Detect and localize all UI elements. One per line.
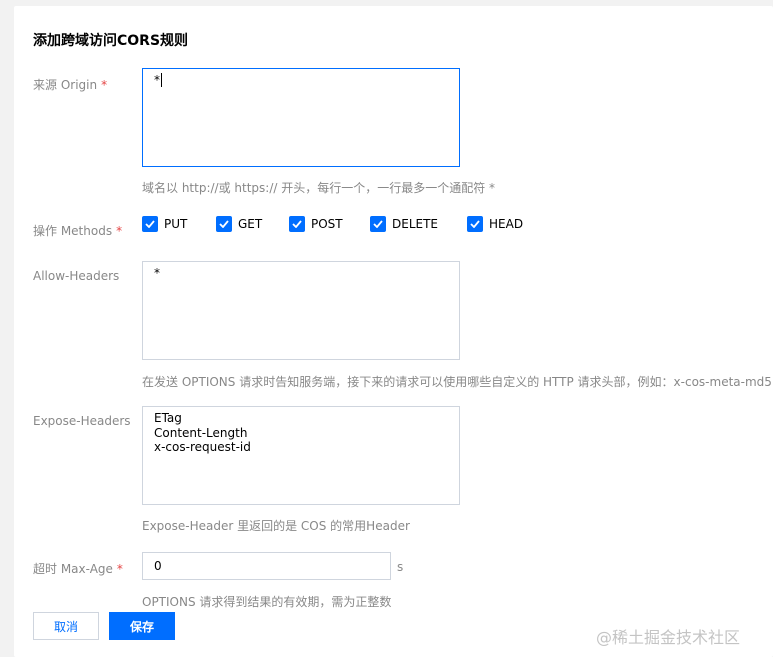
method-label: GET (238, 217, 263, 231)
max-age-label: 超时 Max-Age * (33, 562, 123, 576)
checkbox-checked-icon[interactable] (142, 216, 158, 232)
allow-headers-hint: 在发送 OPTIONS 请求时告知服务端，接下来的请求可以使用哪些自定义的 HT… (142, 375, 772, 389)
save-button[interactable]: 保存 (109, 612, 175, 640)
cors-rule-dialog: 添加跨域访问CORS规则 来源 Origin * * 域名以 http://或 h… (14, 6, 773, 657)
text-caret (161, 73, 162, 87)
origin-hint: 域名以 http://或 https:// 开头，每行一个，一行最多一个通配符 … (142, 181, 496, 195)
max-age-input[interactable]: 0 (142, 552, 391, 580)
required-mark: * (101, 78, 108, 92)
max-age-unit: s (397, 560, 404, 574)
allow-headers-label: Allow-Headers (33, 269, 120, 283)
cancel-button[interactable]: 取消 (33, 612, 99, 640)
method-get-checkbox[interactable]: GET (216, 216, 262, 232)
methods-label: 操作 Methods * (33, 224, 123, 238)
method-head-checkbox[interactable]: HEAD (467, 216, 523, 232)
origin-value: * (154, 73, 160, 87)
method-label: HEAD (489, 217, 524, 231)
dialog-title: 添加跨域访问CORS规则 (33, 33, 189, 49)
watermark: @稀土掘金技术社区 (596, 628, 741, 647)
checkbox-checked-icon[interactable] (370, 216, 386, 232)
origin-label: 来源 Origin * (33, 78, 108, 92)
method-post-checkbox[interactable]: POST (289, 216, 343, 232)
required-mark: * (116, 562, 123, 576)
method-label: DELETE (392, 217, 439, 231)
checkbox-checked-icon[interactable] (216, 216, 232, 232)
expose-headers-label: Expose-Headers (33, 414, 131, 428)
expose-headers-hint: Expose-Header 里返回的是 COS 的常用Header (142, 519, 410, 533)
expose-headers-textarea[interactable]: ETag Content-Length x-cos-request-id (142, 406, 460, 505)
method-label: POST (311, 217, 343, 231)
origin-textarea[interactable]: * (142, 68, 460, 167)
method-put-checkbox[interactable]: PUT (142, 216, 187, 232)
checkbox-checked-icon[interactable] (467, 216, 483, 232)
method-delete-checkbox[interactable]: DELETE (370, 216, 438, 232)
allow-headers-textarea[interactable]: * (142, 261, 460, 360)
required-mark: * (116, 224, 123, 238)
max-age-hint: OPTIONS 请求得到结果的有效期，需为正整数 (142, 595, 392, 609)
method-label: PUT (164, 217, 188, 231)
checkbox-checked-icon[interactable] (289, 216, 305, 232)
